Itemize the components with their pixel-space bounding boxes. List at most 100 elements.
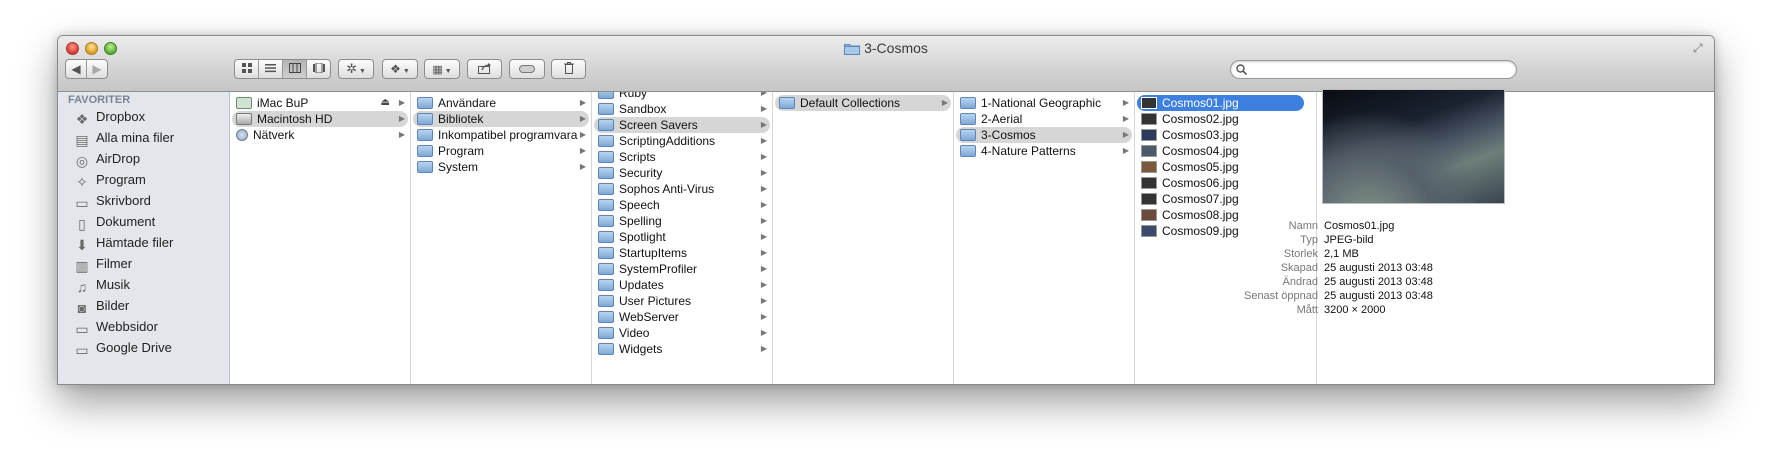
- list-item[interactable]: SystemProfiler ▶: [594, 261, 770, 277]
- list-item[interactable]: Cosmos02.jpg: [1137, 111, 1314, 127]
- chevron-right-icon: ▶: [760, 232, 767, 241]
- delete-button[interactable]: [551, 59, 586, 79]
- list-item[interactable]: Cosmos01.jpg: [1137, 95, 1304, 111]
- column-view-icon: [288, 63, 301, 73]
- list-item[interactable]: Cosmos07.jpg: [1137, 191, 1314, 207]
- list-item[interactable]: Macintosh HD ▶: [232, 111, 408, 127]
- sidebar-item-google-drive[interactable]: ▭ Google Drive: [74, 338, 172, 358]
- list-item[interactable]: WebServer ▶: [594, 309, 770, 325]
- users-folder-icon: [417, 97, 433, 109]
- share-button[interactable]: [467, 59, 502, 79]
- list-item[interactable]: StartupItems ▶: [594, 245, 770, 261]
- list-item[interactable]: User Pictures ▶: [594, 293, 770, 309]
- list-item[interactable]: Security ▶: [594, 165, 770, 181]
- list-item[interactable]: Default Collections ▶: [775, 95, 951, 111]
- dropbox-icon: ❖: [75, 111, 89, 127]
- chevron-right-icon: ▶: [760, 120, 767, 129]
- icon-view-icon: [241, 63, 252, 73]
- list-item[interactable]: ScriptingAdditions ▶: [594, 133, 770, 149]
- list-item[interactable]: 1-National Geographic ▶: [956, 95, 1132, 111]
- search-field[interactable]: [1230, 60, 1517, 79]
- list-item[interactable]: Cosmos06.jpg: [1137, 175, 1314, 191]
- sidebar-item-movies[interactable]: ▥ Filmer: [74, 254, 132, 274]
- music-icon: ♫: [76, 279, 88, 295]
- documents-icon: ▯: [78, 216, 86, 232]
- list-item[interactable]: Sandbox ▶: [594, 101, 770, 117]
- list-item[interactable]: 4-Nature Patterns ▶: [956, 143, 1132, 159]
- folder-icon: [779, 97, 795, 109]
- list-item[interactable]: Sophos Anti-Virus ▶: [594, 181, 770, 197]
- column-macintosh-hd: Användare ▶ Bibliotek ▶ Inkompatibel progr…: [411, 92, 592, 384]
- forward-button[interactable]: ▶: [87, 60, 107, 78]
- list-item[interactable]: 3-Cosmos ▶: [956, 127, 1132, 143]
- list-item[interactable]: Cosmos03.jpg: [1137, 127, 1314, 143]
- sidebar-item-documents[interactable]: ▯ Dokument: [74, 212, 155, 232]
- list-item[interactable]: iMac BuP ⏏ ▶: [232, 95, 408, 111]
- sidebar-item-airdrop[interactable]: ◎ AirDrop: [74, 149, 140, 169]
- arrange-menu-button[interactable]: ▦ ▼: [424, 59, 460, 79]
- all-files-icon: ▤: [75, 132, 89, 148]
- network-icon: [236, 129, 248, 141]
- list-item[interactable]: Cosmos05.jpg: [1137, 159, 1314, 175]
- column-library: Ruby ▶ Sandbox ▶ Screen Savers ▶ ScriptingA…: [592, 92, 773, 384]
- list-item[interactable]: Widgets ▶: [594, 341, 770, 357]
- chevron-right-icon: ▶: [760, 104, 767, 113]
- list-view-button[interactable]: [259, 60, 283, 78]
- list-item[interactable]: Updates ▶: [594, 277, 770, 293]
- sidebar-item-pictures[interactable]: ◙ Bilder: [74, 296, 129, 316]
- backup-disk-icon: [236, 97, 252, 109]
- list-item[interactable]: Nätverk ▶: [232, 127, 408, 143]
- chevron-right-icon: ▶: [760, 152, 767, 161]
- list-item[interactable]: Bibliotek ▶: [413, 111, 589, 127]
- sidebar-item-all-files[interactable]: ▤ Alla mina filer: [74, 128, 174, 148]
- sidebar-item-program[interactable]: ✧ Program: [74, 170, 146, 190]
- list-item[interactable]: Cosmos04.jpg: [1137, 143, 1314, 159]
- list-item[interactable]: Speech ▶: [594, 197, 770, 213]
- column-view-button[interactable]: [283, 60, 307, 78]
- image-file-icon: [1141, 193, 1157, 205]
- coverflow-icon: [312, 62, 325, 74]
- list-item[interactable]: Video ▶: [594, 325, 770, 341]
- fullscreen-icon[interactable]: ⤢: [1693, 42, 1706, 55]
- sidebar-item-desktop[interactable]: ▭ Skrivbord: [74, 191, 151, 211]
- list-item[interactable]: Användare ▶: [413, 95, 589, 111]
- search-input[interactable]: [1251, 62, 1510, 78]
- chevron-right-icon: ▶: [760, 344, 767, 353]
- sidebar-item-downloads[interactable]: ⬇ Hämtade filer: [74, 233, 173, 253]
- sidebar-item-dropbox[interactable]: ❖ Dropbox: [74, 107, 145, 127]
- chevron-right-icon: ▶: [760, 248, 767, 257]
- list-item[interactable]: Spelling ▶: [594, 213, 770, 229]
- list-item[interactable]: Spotlight ▶: [594, 229, 770, 245]
- gear-icon: ✲: [346, 61, 358, 76]
- action-menu-button[interactable]: ✲ ▼: [338, 59, 374, 79]
- folder-icon: [598, 279, 614, 291]
- tags-button[interactable]: [509, 59, 545, 79]
- dropbox-menu-button[interactable]: ❖ ▼: [382, 59, 418, 79]
- list-item[interactable]: Inkompatibel programvara ▶: [413, 127, 589, 143]
- sidebar-item-label: Webbsidor: [96, 319, 158, 334]
- search-icon: [1236, 64, 1247, 75]
- desktop-icon: ▭: [75, 195, 89, 211]
- icon-view-button[interactable]: [235, 60, 259, 78]
- chevron-right-icon: ▶: [760, 312, 767, 321]
- sidebar-item-webbsidor[interactable]: ▭ Webbsidor: [74, 317, 158, 337]
- sidebar-heading: FAVORITER: [68, 94, 131, 106]
- sidebar-item-music[interactable]: ♫ Musik: [74, 275, 130, 295]
- list-item[interactable]: 2-Aerial ▶: [956, 111, 1132, 127]
- chevron-right-icon: ▶: [760, 168, 767, 177]
- list-item[interactable]: Ruby ▶: [594, 92, 770, 101]
- chevron-right-icon: ▶: [760, 184, 767, 193]
- folder-icon: [960, 129, 976, 141]
- list-item[interactable]: System ▶: [413, 159, 589, 175]
- list-item[interactable]: Program ▶: [413, 143, 589, 159]
- list-item[interactable]: Screen Savers ▶: [594, 117, 770, 133]
- arrange-icon: ▦: [432, 64, 443, 76]
- list-view-icon: [265, 64, 276, 73]
- share-icon: [477, 63, 491, 74]
- back-button[interactable]: ◀: [66, 60, 87, 78]
- list-item[interactable]: Scripts ▶: [594, 149, 770, 165]
- coverflow-view-button[interactable]: [307, 60, 330, 78]
- eject-icon[interactable]: ⏏: [381, 95, 390, 111]
- applications-icon: ✧: [76, 174, 88, 190]
- folder-icon: [598, 311, 614, 323]
